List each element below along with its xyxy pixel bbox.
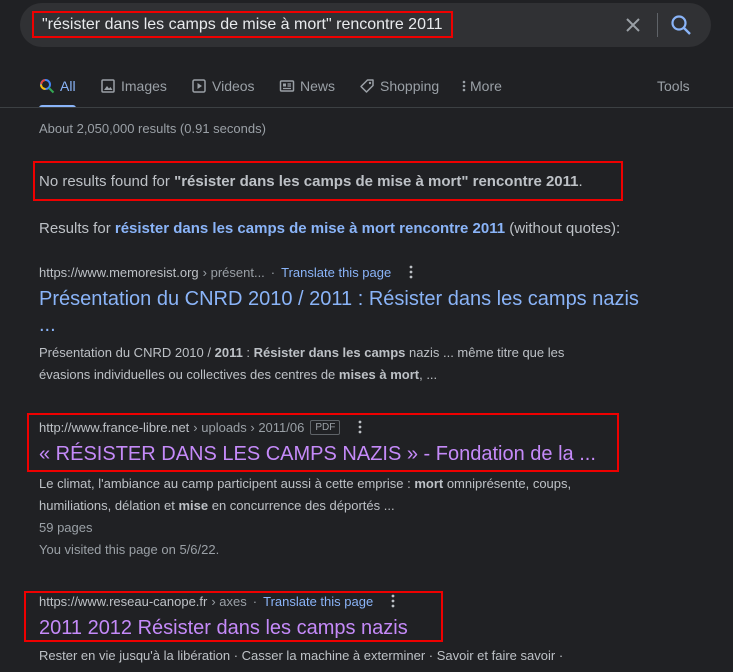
notice-suffix: . — [578, 173, 583, 190]
result-title-link[interactable]: « RÉSISTER DANS LES CAMPS NAZIS » - Fond… — [39, 441, 679, 467]
tab-videos[interactable]: Videos — [191, 72, 255, 108]
notice-prefix: No results found for — [39, 173, 175, 190]
clear-icon[interactable] — [623, 15, 643, 35]
search-result: https://www.reseau-canope.fr › axes · Tr… — [39, 591, 679, 667]
results-for-suffix: (without quotes): — [505, 220, 621, 237]
snippet-text: : — [242, 345, 254, 360]
snippet-text: humiliations, délation et — [39, 498, 179, 513]
result-snippet: Le climat, l'ambiance au camp participen… — [39, 473, 679, 517]
tab-label: Videos — [212, 78, 255, 94]
snippet-text: omniprésente, coups, — [443, 476, 572, 491]
result-title-link[interactable]: 2011 2012 Résister dans les camps nazis — [39, 615, 679, 641]
result-domain: http://www.france-libre.net — [39, 419, 190, 435]
snippet-bold: mises à mort — [338, 367, 420, 382]
more-options-icon[interactable] — [409, 265, 413, 279]
snippet-text: nazis ... même titre que les — [405, 345, 565, 360]
page-count: 59 pages — [39, 520, 93, 535]
results-for-notice: Results for résister dans les camps de m… — [39, 220, 620, 237]
image-icon — [101, 79, 115, 93]
tab-label: Images — [121, 78, 167, 94]
tab-all[interactable]: All — [39, 72, 76, 108]
snippet-bold: 2011 — [214, 345, 243, 360]
search-icon — [40, 79, 55, 94]
result-url-line[interactable]: http://www.france-libre.net › uploads › … — [39, 417, 679, 437]
snippet-text: en concurrence des déportés ... — [208, 498, 395, 513]
search-input[interactable]: "résister dans les camps de mise à mort"… — [32, 11, 453, 38]
search-bar: "résister dans les camps de mise à mort"… — [20, 3, 711, 47]
result-path: › axes — [211, 593, 247, 609]
result-title-line: Présentation du CNRD 2010 / 2011 : Résis… — [39, 288, 639, 310]
snippet-text: , ... — [419, 367, 438, 382]
tools-button[interactable]: Tools — [657, 72, 690, 108]
snippet-bold: mise — [178, 498, 209, 513]
notice-query: "résister dans les camps de mise à mort"… — [174, 173, 579, 190]
tab-label: Shopping — [380, 78, 440, 94]
result-path: › uploads › 2011/06 — [193, 419, 305, 435]
more-vert-icon — [462, 80, 466, 92]
tabs-divider — [0, 107, 733, 108]
no-results-notice: No results found for "résister dans les … — [39, 173, 583, 190]
tab-more[interactable]: More — [460, 72, 502, 108]
result-path: › présent... — [202, 264, 265, 280]
news-icon — [279, 80, 295, 92]
tab-label: News — [300, 78, 336, 94]
result-domain: https://www.reseau-canope.fr — [39, 593, 208, 609]
search-tabs: All Images Videos News Shopping More Too… — [0, 72, 733, 108]
search-result: https://www.memoresist.org › présent... … — [39, 262, 679, 386]
result-snippet: Présentation du CNRD 2010 / 2011 : Résis… — [39, 342, 679, 386]
result-title-link[interactable]: Présentation du CNRD 2010 / 2011 : Résis… — [39, 286, 679, 338]
result-title-line: ... — [39, 314, 56, 336]
search-result: http://www.france-libre.net › uploads › … — [39, 417, 679, 561]
snippet-text: évasions individuelles ou collectives de… — [39, 367, 339, 382]
search-bar-divider — [657, 13, 658, 37]
results-for-query-link[interactable]: résister dans les camps de mise à mort r… — [115, 220, 505, 237]
result-url-line[interactable]: https://www.memoresist.org › présent... … — [39, 262, 679, 282]
visited-note: You visited this page on 5/6/22. — [39, 542, 220, 557]
tab-label: All — [60, 78, 76, 94]
pdf-badge: PDF — [310, 419, 341, 435]
snippet-bold: Résister dans les camps — [253, 345, 406, 360]
tools-label: Tools — [657, 78, 690, 94]
play-icon — [192, 79, 206, 93]
result-snippet: Rester en vie jusqu'à la libération · Ca… — [39, 648, 564, 663]
translate-link[interactable]: Translate this page — [263, 594, 373, 609]
snippet-bold: mort — [414, 476, 444, 491]
search-icon[interactable] — [670, 14, 692, 36]
tab-news[interactable]: News — [279, 72, 335, 108]
translate-link[interactable]: Translate this page — [281, 265, 391, 280]
tab-shopping[interactable]: Shopping — [359, 72, 439, 108]
result-url-line[interactable]: https://www.reseau-canope.fr › axes · Tr… — [39, 591, 679, 611]
tab-images[interactable]: Images — [100, 72, 167, 108]
more-options-icon[interactable] — [358, 420, 362, 434]
result-stats: About 2,050,000 results (0.91 seconds) — [39, 121, 266, 136]
more-options-icon[interactable] — [391, 594, 395, 608]
separator-dot: · — [252, 593, 258, 609]
separator-dot: · — [270, 264, 276, 280]
tag-icon — [360, 79, 374, 93]
snippet-text: Présentation du CNRD 2010 / — [39, 345, 215, 360]
results-for-prefix: Results for — [39, 220, 115, 237]
tab-label: More — [470, 78, 502, 94]
snippet-text: Le climat, l'ambiance au camp participen… — [39, 476, 415, 491]
result-domain: https://www.memoresist.org — [39, 264, 199, 280]
